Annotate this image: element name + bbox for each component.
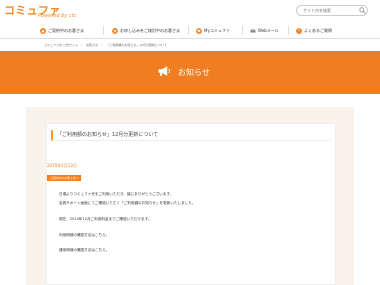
- global-nav: ご契約中のお客さま お申し込みをご検討中のお客さま Myコミュファ Webメール…: [0, 22, 380, 39]
- nav-item-label: ご契約中のお客さま: [48, 27, 84, 33]
- nav-item-faq[interactable]: ? よくあるご質問: [296, 26, 332, 35]
- nav-item-label: Webメール: [258, 27, 279, 33]
- article-card: 「ご利用額のお知らせ」12月分更新について 2015年1月13日 ご契約中のお客…: [46, 123, 336, 285]
- breadcrumb-item-home[interactable]: コミュファ光 公式サイト: [44, 43, 78, 47]
- nav-item-label: よくあるご質問: [304, 27, 332, 33]
- nav-divider: [188, 26, 189, 35]
- cart-icon: [112, 27, 118, 34]
- mail-icon: [250, 28, 256, 32]
- breadcrumb-separator: ›: [101, 43, 103, 47]
- nav-divider: [242, 26, 243, 35]
- breadcrumb-separator: ›: [80, 43, 83, 47]
- article-paragraph: 日頃よりコミュファ光をご利用いただき、誠にありがとうございます。: [59, 192, 174, 196]
- article-link-usage[interactable]: 利用明細の確認方法はこちら。: [59, 233, 109, 238]
- nav-item-webmail[interactable]: Webメール: [250, 26, 279, 35]
- page-title: お知らせ: [178, 68, 210, 77]
- content-panel: 「ご利用額のお知らせ」12月分更新について 2015年1月13日 ご契約中のお客…: [26, 107, 354, 285]
- breadcrumb: コミュファ光 公式サイト › お知らせ › 「ご利用額のお知らせ」12月分更新につい…: [44, 43, 170, 48]
- breadcrumb-item-current: 「ご利用額のお知らせ」12月分更新について: [106, 43, 167, 47]
- nav-item-label: お申し込みをご検討中のお客さま: [120, 27, 180, 33]
- megaphone-icon: [158, 66, 170, 76]
- search-icon[interactable]: [359, 7, 366, 14]
- nav-item-my-commufa[interactable]: Myコミュファ: [196, 26, 230, 35]
- breadcrumb-item-news[interactable]: お知らせ: [86, 43, 98, 47]
- article-paragraph: 会員サポート画面にてご確認いただく「ご利用額のお知らせ」を更新いたしました。: [59, 201, 196, 205]
- nav-item-prospective-customers[interactable]: お申し込みをご検討中のお客さま: [112, 26, 180, 35]
- logo-subtext: Powered by ctc: [38, 13, 77, 19]
- nav-item-current-customers[interactable]: ご契約中のお客さま: [40, 26, 84, 35]
- article-paragraph: 現在、2014年12月ご利用料金までご確認いただけます。: [59, 217, 152, 221]
- nav-divider: [103, 26, 104, 35]
- audience-badge: ご契約中のお客さまへ: [47, 175, 81, 181]
- article-date: 2015年1月13日: [47, 163, 77, 168]
- page-hero: お知らせ: [0, 51, 380, 94]
- article-link-call-details[interactable]: 通信明細の確認方法はこちら。: [59, 248, 109, 253]
- nav-item-label: Myコミュファ: [204, 27, 230, 33]
- search-input[interactable]: [296, 5, 368, 16]
- article-title: 「ご利用額のお知らせ」12月分更新について: [51, 130, 331, 141]
- heart-icon: [196, 27, 202, 34]
- svg-text:?: ?: [298, 28, 300, 33]
- house-icon: [40, 27, 46, 34]
- question-icon: ?: [296, 27, 302, 34]
- nav-divider: [288, 26, 289, 35]
- site-header: コミュファ Powered by ctc: [0, 0, 380, 22]
